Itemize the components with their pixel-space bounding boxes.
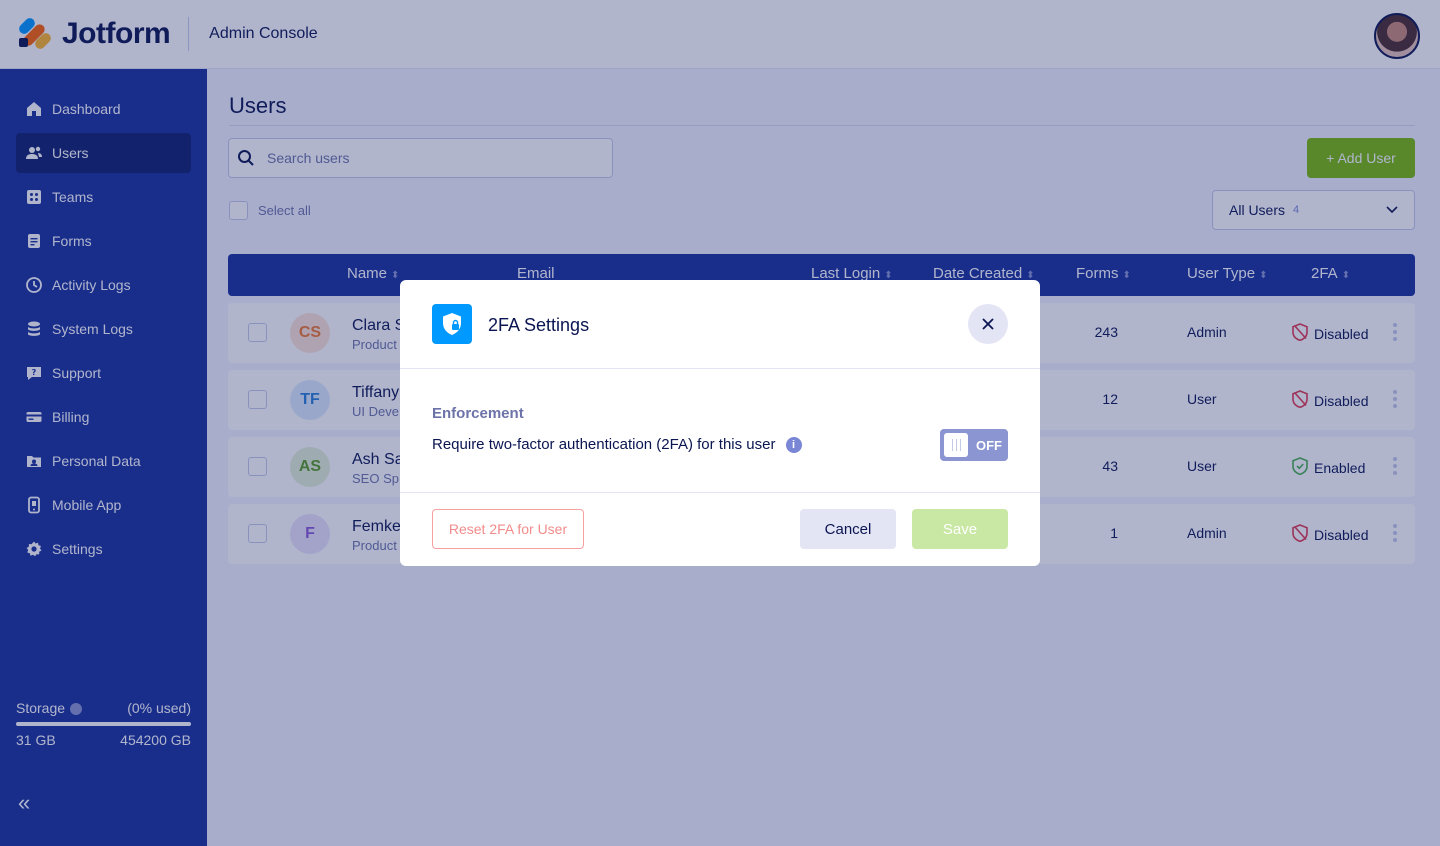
- enforcement-description: Require two-factor authentication (2FA) …: [432, 436, 802, 453]
- modal-body: Enforcement Require two-factor authentic…: [400, 369, 1040, 493]
- reset-2fa-button[interactable]: Reset 2FA for User: [432, 509, 584, 549]
- close-icon: [982, 318, 994, 330]
- cancel-button[interactable]: Cancel: [800, 509, 896, 549]
- modal-header: 2FA Settings: [400, 280, 1040, 369]
- 2fa-settings-modal: 2FA Settings Enforcement Require two-fac…: [400, 280, 1040, 566]
- shield-lock-icon: [432, 304, 472, 344]
- toggle-label: OFF: [976, 437, 1002, 453]
- toggle-knob: [944, 433, 968, 457]
- close-button[interactable]: [968, 304, 1008, 344]
- require-2fa-toggle[interactable]: OFF: [940, 429, 1008, 461]
- enforcement-text: Require two-factor authentication (2FA) …: [432, 436, 776, 453]
- save-button[interactable]: Save: [912, 509, 1008, 549]
- modal-title: 2FA Settings: [488, 315, 590, 335]
- info-icon[interactable]: i: [785, 436, 802, 453]
- modal-footer: Reset 2FA for User Cancel Save: [400, 493, 1040, 565]
- section-title: Enforcement: [432, 405, 524, 422]
